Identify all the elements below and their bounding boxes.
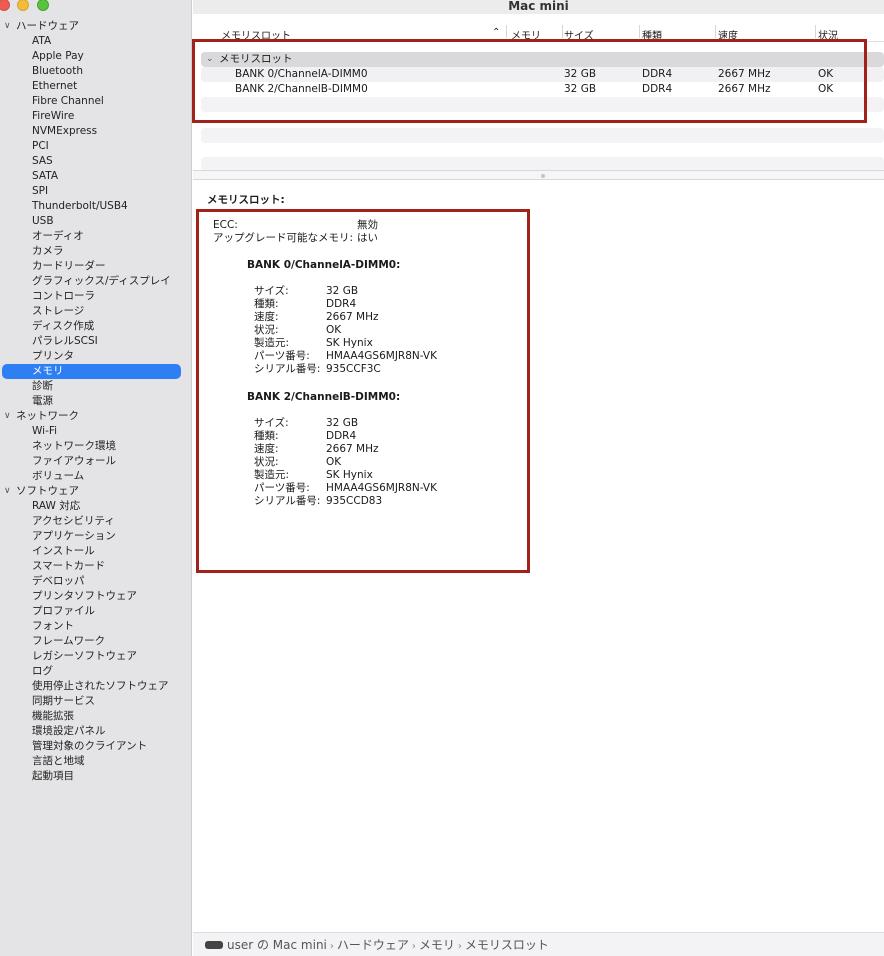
sidebar-group-label: ソフトウェア: [16, 485, 79, 497]
chevron-right-icon: ›: [411, 941, 416, 952]
window-controls: [0, 0, 60, 12]
breadcrumb-item[interactable]: ハードウェア: [337, 938, 409, 952]
sidebar-item[interactable]: 起動項目: [0, 769, 192, 784]
sidebar-item[interactable]: スマートカード: [0, 559, 192, 574]
sidebar-item[interactable]: NVMExpress: [0, 124, 192, 139]
mac-mini-icon: [205, 940, 223, 949]
sidebar-item[interactable]: Wi-Fi: [0, 424, 192, 439]
sidebar-item[interactable]: ディスク作成: [0, 319, 192, 334]
sidebar-item[interactable]: ネットワーク環境: [0, 439, 192, 454]
window-title: Mac mini: [193, 0, 884, 14]
sidebar-group[interactable]: ∨ ネットワーク: [0, 409, 192, 424]
sidebar-item[interactable]: Apple Pay: [0, 49, 192, 64]
chevron-down-icon[interactable]: ∨: [4, 19, 11, 34]
sidebar-group[interactable]: ∨ ソフトウェア: [0, 484, 192, 499]
chevron-right-icon: ›: [329, 941, 334, 952]
highlight-box: [196, 209, 530, 573]
breadcrumb: user の Mac mini › ハードウェア › メモリ › メモリスロット: [193, 932, 884, 956]
close-button[interactable]: [0, 0, 10, 11]
sidebar-item[interactable]: オーディオ: [0, 229, 192, 244]
sidebar-item[interactable]: Bluetooth: [0, 64, 192, 79]
sidebar-item[interactable]: ボリューム: [0, 469, 192, 484]
sidebar-item[interactable]: 言語と地域: [0, 754, 192, 769]
sidebar-item[interactable]: 診断: [0, 379, 192, 394]
drag-handle-icon[interactable]: [541, 174, 545, 178]
sort-ascending-icon: ⌃: [492, 27, 501, 38]
sidebar-item[interactable]: フォント: [0, 619, 192, 634]
sidebar-item[interactable]: Thunderbolt/USB4: [0, 199, 192, 214]
sidebar-item[interactable]: Ethernet: [0, 79, 192, 94]
column-divider[interactable]: [639, 25, 640, 38]
zoom-button[interactable]: [37, 0, 49, 11]
sidebar-item[interactable]: ログ: [0, 664, 192, 679]
sidebar-item[interactable]: コントローラ: [0, 289, 192, 304]
sidebar-item[interactable]: デベロッパ: [0, 574, 192, 589]
sidebar-item[interactable]: アプリケーション: [0, 529, 192, 544]
column-divider[interactable]: [562, 25, 563, 38]
column-divider[interactable]: [506, 25, 507, 38]
sidebar-item[interactable]: SAS: [0, 154, 192, 169]
sidebar-item[interactable]: 環境設定パネル: [0, 724, 192, 739]
sidebar-item[interactable]: パラレルSCSI: [0, 334, 192, 349]
sidebar-item[interactable]: 使用停止されたソフトウェア: [0, 679, 192, 694]
sidebar-item[interactable]: 機能拡張: [0, 709, 192, 724]
sidebar-item[interactable]: グラフィックス/ディスプレイ: [0, 274, 192, 289]
sidebar-item[interactable]: メモリ: [2, 364, 181, 379]
sidebar-item[interactable]: インストール: [0, 544, 192, 559]
sidebar-item[interactable]: プリンタ: [0, 349, 192, 364]
sidebar-item[interactable]: 電源: [0, 394, 192, 409]
breadcrumb-item[interactable]: メモリスロット: [465, 938, 549, 952]
sidebar-item[interactable]: レガシーソフトウェア: [0, 649, 192, 664]
sidebar-item[interactable]: プリンタソフトウェア: [0, 589, 192, 604]
sidebar-item[interactable]: アクセシビリティ: [0, 514, 192, 529]
sidebar: ∨ ハードウェア ATA Apple Pay Bluetooth Ethernet Fibr…: [0, 0, 192, 956]
sidebar-item[interactable]: ATA: [0, 34, 192, 49]
sidebar-list: ∨ ハードウェア ATA Apple Pay Bluetooth Ethernet Fibr…: [0, 19, 192, 784]
column-divider[interactable]: [815, 25, 816, 38]
sidebar-group-label: ネットワーク: [16, 410, 79, 422]
chevron-right-icon: ›: [457, 941, 462, 952]
breadcrumb-item[interactable]: メモリ: [419, 938, 455, 952]
column-divider[interactable]: [715, 25, 716, 38]
sidebar-item[interactable]: 同期サービス: [0, 694, 192, 709]
sidebar-item[interactable]: プロファイル: [0, 604, 192, 619]
sidebar-item[interactable]: PCI: [0, 139, 192, 154]
breadcrumb-item[interactable]: user の Mac mini: [227, 938, 327, 952]
sidebar-item[interactable]: カメラ: [0, 244, 192, 259]
sidebar-item[interactable]: カードリーダー: [0, 259, 192, 274]
sidebar-item[interactable]: FireWire: [0, 109, 192, 124]
chevron-down-icon[interactable]: ∨: [4, 484, 11, 499]
sidebar-item[interactable]: SPI: [0, 184, 192, 199]
sidebar-group-label: ハードウェア: [16, 20, 79, 32]
chevron-down-icon[interactable]: ∨: [4, 409, 11, 424]
sidebar-item[interactable]: Fibre Channel: [0, 94, 192, 109]
minimize-button[interactable]: [17, 0, 29, 11]
sidebar-item[interactable]: ストレージ: [0, 304, 192, 319]
sidebar-item[interactable]: ファイアウォール: [0, 454, 192, 469]
sidebar-item[interactable]: フレームワーク: [0, 634, 192, 649]
split-divider[interactable]: [193, 170, 884, 180]
sidebar-group[interactable]: ∨ ハードウェア: [0, 19, 192, 34]
empty-row: [201, 128, 884, 143]
main-pane: Mac mini メモリスロット ⌃ メモリ サイズ 種類 速度 状況 ⌄ メモ…: [192, 0, 884, 956]
detail-title: メモリスロット:: [207, 194, 285, 206]
sidebar-item[interactable]: 管理対象のクライアント: [0, 739, 192, 754]
sidebar-item[interactable]: RAW 対応: [0, 499, 192, 514]
sidebar-item[interactable]: USB: [0, 214, 192, 229]
sidebar-item[interactable]: SATA: [0, 169, 192, 184]
highlight-box: [192, 39, 867, 123]
